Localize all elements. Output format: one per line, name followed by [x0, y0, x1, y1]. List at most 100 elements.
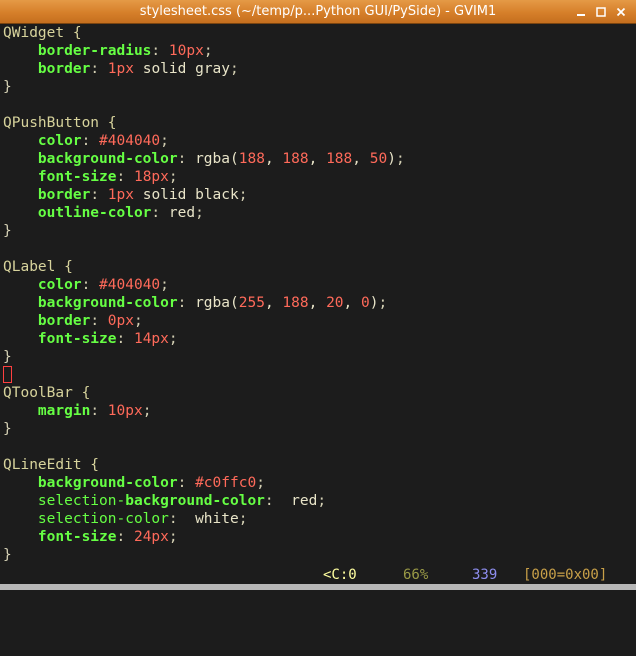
css-number: 188: [238, 151, 265, 167]
code-line[interactable]: margin: 10px;: [3, 402, 152, 420]
code-line[interactable]: }: [3, 420, 12, 438]
code-punctuation: :: [177, 151, 196, 167]
status-cursor-position: <C:0: [323, 567, 357, 583]
code-line[interactable]: background-color: rgba(188, 188, 188, 50…: [3, 150, 405, 168]
css-property: color: [37, 277, 82, 293]
css-value: ,: [308, 151, 327, 167]
code-punctuation: ;: [238, 511, 248, 527]
code-punctuation: :: [116, 529, 134, 545]
css-number: 10px: [168, 43, 204, 59]
css-number: 14px: [133, 331, 169, 347]
code-line[interactable]: background-color: rgba(255, 188, 20, 0);: [3, 294, 387, 312]
css-value: red: [168, 205, 196, 221]
code-line[interactable]: font-size: 14px;: [3, 330, 178, 348]
code-punctuation: ;: [256, 475, 265, 491]
code-punctuation: :: [151, 43, 169, 59]
css-value: ,: [264, 151, 283, 167]
code-line[interactable]: border: 1px solid gray;: [3, 60, 239, 78]
code-line[interactable]: }: [3, 348, 12, 366]
code-punctuation: :: [90, 403, 108, 419]
css-number: 188: [282, 295, 309, 311]
code-punctuation: :: [168, 511, 196, 527]
css-property: font-size: [37, 169, 117, 185]
code-line[interactable]: color: #404040;: [3, 132, 169, 150]
code-punctuation: :: [90, 61, 108, 77]
css-value: solid black: [133, 187, 239, 203]
code-punctuation: :: [116, 331, 134, 347]
code-punctuation: ;: [168, 331, 178, 347]
css-property: background-color: [37, 151, 178, 167]
css-color-value: #404040: [99, 277, 161, 293]
css-number: 1px: [107, 61, 134, 77]
css-number: 18px: [133, 169, 169, 185]
code-punctuation: }: [3, 547, 12, 563]
code-line[interactable]: QWidget {: [3, 24, 82, 42]
code-line[interactable]: QLabel {: [3, 258, 73, 276]
code-line[interactable]: border-radius: 10px;: [3, 42, 213, 60]
code-line[interactable]: QToolBar {: [3, 384, 90, 402]
css-number: 188: [282, 151, 309, 167]
status-char-count: 339: [472, 567, 498, 583]
code-punctuation: :: [177, 295, 196, 311]
code-line[interactable]: selection-color: white;: [3, 510, 248, 528]
code-line[interactable]: selection-background-color: red;: [3, 492, 326, 510]
css-value: rgba(: [195, 295, 239, 311]
status-scroll-percent: 66%: [403, 567, 429, 583]
css-property: margin: [37, 403, 91, 419]
css-selector: QLineEdit {: [3, 457, 100, 473]
css-number: 1px: [107, 187, 134, 203]
code-line[interactable]: background-color: #c0ffc0;: [3, 474, 265, 492]
code-punctuation: :: [90, 187, 108, 203]
css-number: 255: [238, 295, 265, 311]
status-byte-value: [000=0x00]: [523, 567, 608, 583]
code-punctuation: ;: [133, 313, 143, 329]
maximize-button[interactable]: [594, 5, 608, 19]
css-value: ,: [343, 295, 362, 311]
css-value: solid gray: [133, 61, 231, 77]
close-button[interactable]: [614, 5, 628, 19]
css-color-value: #404040: [99, 133, 161, 149]
code-line[interactable]: QPushButton {: [3, 114, 117, 132]
code-line[interactable]: }: [3, 546, 12, 564]
code-line[interactable]: border: 0px;: [3, 312, 143, 330]
code-line[interactable]: }: [3, 78, 12, 96]
code-punctuation: }: [3, 421, 12, 437]
code-line[interactable]: font-size: 18px;: [3, 168, 178, 186]
code-punctuation: ;: [378, 295, 388, 311]
code-line[interactable]: }: [3, 222, 12, 240]
code-punctuation: :: [90, 313, 108, 329]
code-punctuation: ;: [168, 169, 178, 185]
minimize-button[interactable]: [574, 5, 588, 19]
css-number: 20: [326, 295, 344, 311]
window-title: stylesheet.css (~/temp/p...Python GUI/Py…: [139, 4, 497, 19]
code-line[interactable]: font-size: 24px;: [3, 528, 178, 546]
title-bar[interactable]: stylesheet.css (~/temp/p...Python GUI/Py…: [0, 0, 636, 24]
code-line[interactable]: QLineEdit {: [3, 456, 99, 474]
css-property: font-size: [37, 529, 117, 545]
css-selector: QPushButton {: [3, 115, 117, 131]
text-cursor: [3, 366, 12, 383]
css-property: background-color: [37, 295, 178, 311]
code-punctuation: ;: [160, 133, 169, 149]
code-line[interactable]: color: #404040;: [3, 276, 169, 294]
code-line[interactable]: border: 1px solid black;: [3, 186, 248, 204]
css-property: selection-: [37, 493, 126, 509]
code-punctuation: }: [3, 223, 12, 239]
css-property: font-size: [37, 331, 117, 347]
css-number: 24px: [133, 529, 169, 545]
css-number: 188: [326, 151, 353, 167]
css-value: ,: [352, 151, 370, 167]
editor-text-area[interactable]: QWidget { border-radius: 10px; border: 1…: [0, 24, 636, 566]
css-number: 50: [369, 151, 388, 167]
code-line[interactable]: outline-color: red;: [3, 204, 204, 222]
